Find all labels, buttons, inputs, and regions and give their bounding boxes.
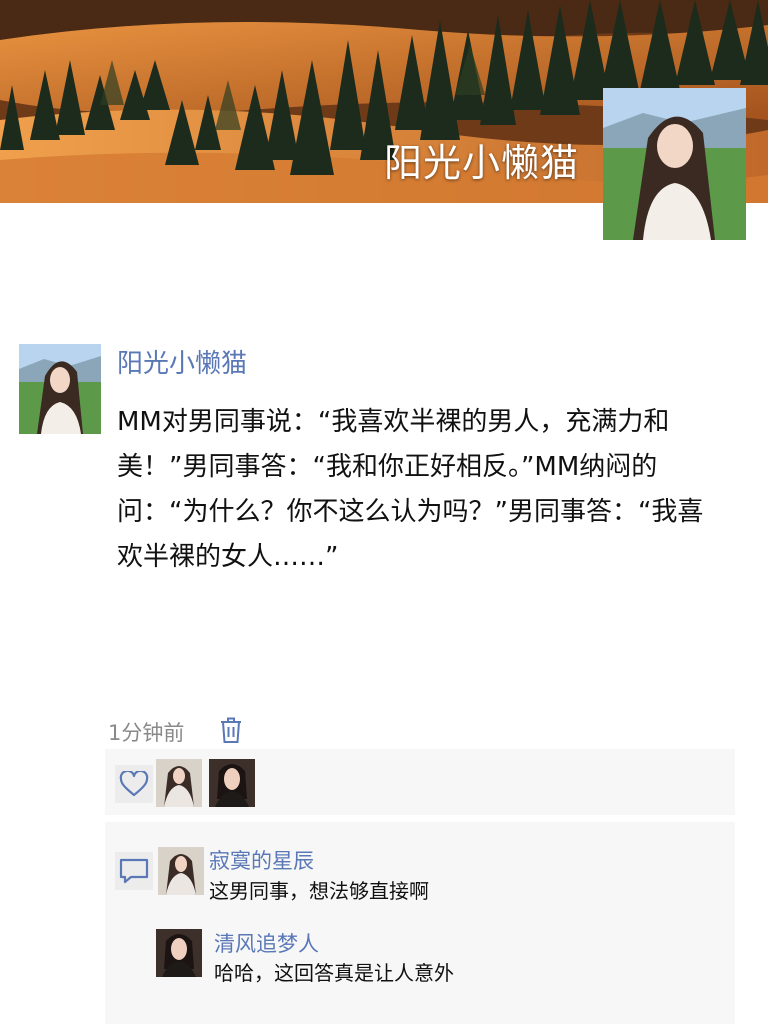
liker-avatar[interactable] (209, 759, 255, 807)
comments-panel: 寂寞的星辰 这男同事，想法够直接啊 清风追梦人 哈哈，这回答真是让人意外 (105, 822, 735, 1024)
post-author-name[interactable]: 阳光小懒猫 (117, 343, 247, 380)
comment-author[interactable]: 寂寞的星辰 (209, 845, 314, 875)
post-content: MM对男同事说：“我喜欢半裸的男人，充满力和美！”男同事答：“我和你正好相反。”… (117, 407, 704, 572)
comment-text: 哈哈，这回答真是让人意外 (214, 961, 454, 985)
post-author-avatar[interactable] (19, 344, 101, 434)
commenter-avatar[interactable] (158, 847, 204, 895)
commenter-avatar[interactable] (156, 929, 202, 977)
comment-bubble-icon[interactable] (115, 852, 153, 890)
profile-nickname: 阳光小懒猫 (384, 141, 580, 185)
likes-panel (105, 749, 735, 815)
post-timestamp: 1分钟前 (108, 721, 185, 745)
liker-avatar[interactable] (156, 759, 202, 807)
trash-icon[interactable] (219, 716, 243, 744)
profile-avatar[interactable] (603, 88, 746, 240)
comment-text: 这男同事，想法够直接啊 (209, 879, 429, 903)
avatar-image-woman (19, 344, 101, 434)
comment-author[interactable]: 清风追梦人 (214, 928, 319, 958)
heart-outline-icon[interactable] (115, 765, 153, 803)
avatar-image-woman (603, 88, 746, 240)
